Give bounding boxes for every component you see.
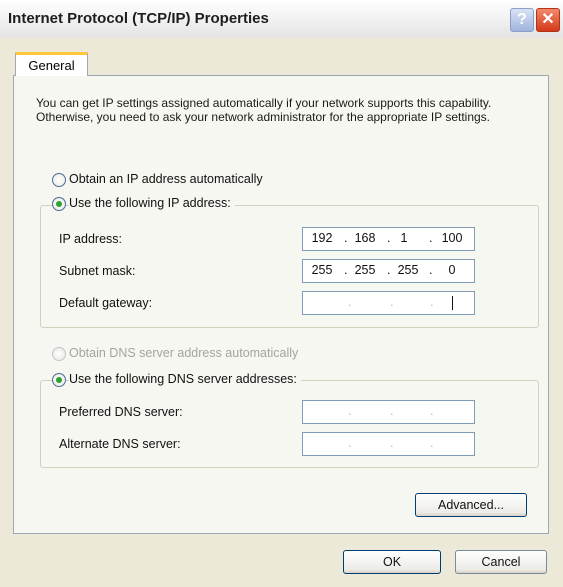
close-icon: ✕ bbox=[541, 11, 555, 28]
help-button[interactable]: ? bbox=[510, 8, 534, 32]
octet-separator: . bbox=[429, 231, 433, 245]
ip-address-field[interactable]: 192 . 168 . 1 . 100 bbox=[302, 227, 475, 251]
octet-separator: . bbox=[390, 436, 394, 450]
advanced-button[interactable]: Advanced... bbox=[415, 493, 527, 517]
octet-separator: . bbox=[348, 295, 352, 309]
general-panel: You can get IP settings assigned automat… bbox=[13, 75, 549, 534]
use-following-dns-label[interactable]: Use the following DNS server addresses: bbox=[69, 372, 301, 386]
octet-separator: . bbox=[429, 263, 433, 277]
alternate-dns-field[interactable]: . . . bbox=[302, 432, 475, 456]
use-following-ip-radio[interactable] bbox=[52, 197, 66, 211]
use-following-dns-radio[interactable] bbox=[52, 373, 66, 387]
octet-separator: . bbox=[344, 263, 348, 277]
octet-separator: . bbox=[348, 436, 352, 450]
octet-separator: . bbox=[430, 404, 434, 418]
ip-address-label: IP address: bbox=[59, 232, 123, 246]
text-cursor bbox=[452, 296, 453, 310]
preferred-dns-field[interactable]: . . . bbox=[302, 400, 475, 424]
use-following-ip-label[interactable]: Use the following IP address: bbox=[69, 196, 235, 210]
preferred-dns-label: Preferred DNS server: bbox=[59, 405, 183, 419]
octet-separator: . bbox=[344, 231, 348, 245]
octet-separator: . bbox=[387, 263, 391, 277]
cancel-button[interactable]: Cancel bbox=[455, 550, 547, 574]
ok-button[interactable]: OK bbox=[343, 550, 441, 574]
subnet-mask-field[interactable]: 255 . 255 . 255 . 0 bbox=[302, 259, 475, 283]
obtain-ip-auto-radio[interactable] bbox=[52, 173, 66, 187]
octet-separator: . bbox=[430, 295, 434, 309]
default-gateway-label: Default gateway: bbox=[59, 296, 153, 310]
subnet-octet-3: 255 bbox=[397, 263, 419, 277]
tcpip-properties-dialog: Internet Protocol (TCP/IP) Properties ? … bbox=[0, 0, 563, 587]
octet-separator: . bbox=[390, 404, 394, 418]
octet-separator: . bbox=[390, 295, 394, 309]
subnet-octet-2: 255 bbox=[354, 263, 376, 277]
octet-separator: . bbox=[348, 404, 352, 418]
title-bar[interactable]: Internet Protocol (TCP/IP) Properties ? … bbox=[0, 0, 563, 38]
default-gateway-field[interactable]: . . . bbox=[302, 291, 475, 315]
alternate-dns-label: Alternate DNS server: bbox=[59, 437, 181, 451]
tab-general[interactable]: General bbox=[15, 52, 88, 76]
subnet-mask-label: Subnet mask: bbox=[59, 264, 136, 278]
close-button[interactable]: ✕ bbox=[536, 8, 560, 32]
ip-octet-2: 168 bbox=[354, 231, 376, 245]
ip-octet-1: 192 bbox=[311, 231, 333, 245]
obtain-dns-auto-radio[interactable] bbox=[52, 347, 66, 361]
subnet-octet-1: 255 bbox=[311, 263, 333, 277]
ip-octet-3: 1 bbox=[400, 231, 408, 245]
window-title: Internet Protocol (TCP/IP) Properties bbox=[8, 10, 269, 27]
subnet-octet-4: 0 bbox=[448, 263, 456, 277]
help-icon: ? bbox=[517, 11, 527, 28]
obtain-dns-auto-label[interactable]: Obtain DNS server address automatically bbox=[69, 346, 298, 360]
description-text: You can get IP settings assigned automat… bbox=[36, 96, 492, 124]
obtain-ip-auto-label[interactable]: Obtain an IP address automatically bbox=[69, 172, 263, 186]
octet-separator: . bbox=[430, 436, 434, 450]
ip-octet-4: 100 bbox=[441, 231, 463, 245]
